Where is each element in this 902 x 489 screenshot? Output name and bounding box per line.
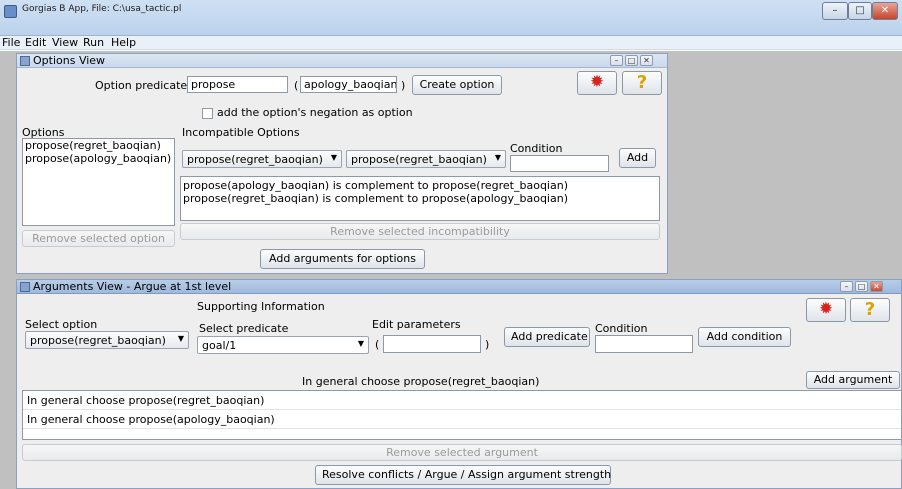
menubar: File Edit View Run Help [0,36,902,50]
argument-input[interactable]: apology_baoqian [300,76,397,93]
arguments-view-title: Arguments View - Argue at 1st level [33,280,232,293]
arguments-view-titlebar: Arguments View - Argue at 1st level – □ … [17,280,901,294]
stop-button[interactable]: ✹ [806,298,846,322]
help-button[interactable]: ? [850,298,890,322]
window-titlebar: Gorgias B App, File: C:\usa_tactic.pl – … [0,0,902,36]
select-option-value: propose(regret_baoqian) [30,334,166,347]
remove-selected-incompatibility-button[interactable]: Remove selected incompatibility [180,223,660,240]
menu-help[interactable]: Help [111,36,136,50]
list-item[interactable]: In general choose propose(apology_baoqia… [23,410,901,429]
menu-view[interactable]: View [52,36,78,50]
select-predicate-select[interactable]: goal/1 ▼ [197,336,369,354]
chevron-down-icon: ▼ [357,339,364,348]
chevron-down-icon: ▼ [494,153,501,162]
chevron-down-icon: ▼ [177,334,184,343]
frame-close-icon[interactable]: ✕ [640,55,653,66]
stop-icon: ✹ [818,299,834,319]
frame-minimize-icon[interactable]: – [610,55,623,66]
app-icon [4,5,17,18]
close-button[interactable]: ✕ [872,2,898,20]
options-view-frame: Options View – □ ✕ Option predicate: pro… [16,53,668,274]
param-paren-close: ) [485,338,490,351]
select-option-label: Select option [25,318,98,331]
paren-close: ) [401,79,406,92]
window-title: Gorgias B App, File: C:\usa_tactic.pl [22,4,182,14]
frame-maximize-icon[interactable]: □ [855,281,868,292]
condition-label: Condition [595,322,648,335]
create-option-button[interactable]: Create option [412,75,502,95]
add-predicate-button[interactable]: Add predicate [504,327,590,347]
select-predicate-label: Select predicate [199,322,289,335]
options-list[interactable]: propose(regret_baoqian) propose(apology_… [22,138,175,226]
help-button[interactable]: ? [622,71,662,95]
list-item[interactable]: In general choose propose(regret_baoqian… [23,391,901,410]
param-paren-open: ( [375,338,380,351]
list-item[interactable]: propose(regret_baoqian) is complement to… [181,192,659,205]
frame-icon [20,56,30,66]
list-item[interactable]: propose(apology_baoqian) [23,152,174,165]
stop-icon: ✹ [589,72,605,92]
add-arguments-button[interactable]: Add arguments for options [260,249,425,269]
negation-checkbox-label: add the option's negation as option [217,106,413,119]
add-condition-button[interactable]: Add condition [698,327,791,347]
frame-minimize-icon[interactable]: – [840,281,853,292]
paren-open: ( [294,79,299,92]
maximize-button[interactable]: □ [848,2,872,20]
menu-run[interactable]: Run [83,36,104,50]
predicate-input[interactable]: propose [187,76,288,93]
negation-checkbox[interactable] [202,108,213,119]
incompatible-left-select[interactable]: propose(regret_baoqian) ▼ [182,150,342,168]
list-item[interactable]: propose(regret_baoqian) [23,139,174,152]
frame-icon [20,282,30,292]
remove-selected-argument-button[interactable]: Remove selected argument [22,444,902,461]
list-item[interactable]: propose(apology_baoqian) is complement t… [181,179,659,192]
resolve-conflicts-button[interactable]: Resolve conflicts / Argue / Assign argum… [315,465,611,485]
add-argument-button[interactable]: Add argument [806,371,900,389]
remove-selected-option-button[interactable]: Remove selected option [22,230,175,247]
stop-button[interactable]: ✹ [577,71,617,95]
parameters-input[interactable] [383,335,481,353]
menu-edit[interactable]: Edit [25,36,46,50]
add-incompatibility-button[interactable]: Add [619,148,656,168]
frame-close-icon[interactable]: ✕ [870,281,883,292]
incompatible-right-select-value: propose(regret_baoqian) [351,153,487,166]
select-predicate-value: goal/1 [202,339,237,352]
arguments-view-frame: Arguments View - Argue at 1st level – □ … [16,279,902,489]
minimize-button[interactable]: – [822,2,848,20]
condition-input[interactable] [510,155,609,172]
menu-file[interactable]: File [2,36,20,50]
argument-condition-input[interactable] [595,335,693,353]
chevron-down-icon: ▼ [330,153,337,162]
options-view-title: Options View [33,54,106,67]
current-argument-text: In general choose propose(regret_baoqian… [302,375,540,388]
help-icon: ? [636,72,648,93]
incompatibilities-list[interactable]: propose(apology_baoqian) is complement t… [180,176,660,221]
edit-parameters-label: Edit parameters [372,318,461,331]
condition-label: Condition [510,142,563,155]
help-icon: ? [864,299,876,320]
incompatible-options-label: Incompatible Options [182,126,300,139]
arguments-list[interactable]: In general choose propose(regret_baoqian… [22,390,902,440]
option-predicate-label: Option predicate: [95,79,191,92]
frame-maximize-icon[interactable]: □ [625,55,638,66]
select-option-select[interactable]: propose(regret_baoqian) ▼ [25,331,189,349]
options-view-titlebar: Options View – □ ✕ [17,54,667,68]
incompatible-left-select-value: propose(regret_baoqian) [187,153,323,166]
supporting-information-label: Supporting Information [197,300,325,313]
incompatible-right-select[interactable]: propose(regret_baoqian) ▼ [346,150,506,168]
